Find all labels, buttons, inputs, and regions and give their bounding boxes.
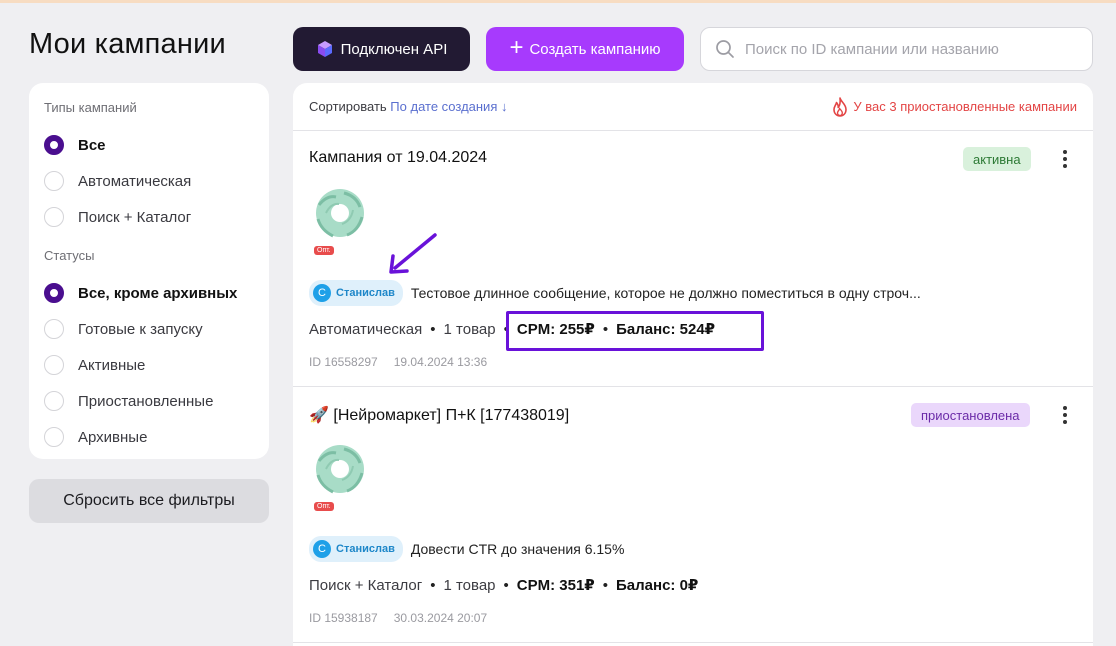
product-thumbnail: Опт. (309, 439, 371, 511)
campaign-items: 1 товар (443, 320, 496, 338)
api-button-label: Подключен API (340, 40, 448, 58)
campaign-ids: ID 15938187 30.03.2024 20:07 (309, 611, 487, 625)
search-input[interactable] (745, 40, 1075, 58)
message-row: С Станислав Довести CTR до значения 6.15… (309, 536, 624, 562)
author-name: Станислав (336, 543, 395, 555)
author-chip[interactable]: С Станислав (309, 536, 403, 562)
page-title: Мои кампании (29, 28, 226, 60)
filter-status-all-except-archived[interactable]: Все, кроме архивных (44, 275, 254, 311)
radio[interactable] (44, 391, 64, 411)
radio[interactable] (44, 427, 64, 447)
product-tag: Опт. (314, 502, 334, 511)
radio-selected[interactable] (44, 135, 64, 155)
author-name: Станислав (336, 287, 395, 299)
filter-status-paused[interactable]: Приостановленные (44, 383, 254, 419)
api-connected-button[interactable]: Подключен API (293, 27, 470, 71)
filter-type-search-catalog[interactable]: Поиск + Каталог (44, 199, 254, 235)
radio-label: Автоматическая (78, 172, 192, 190)
scrunchie-image (316, 189, 364, 238)
radio-label: Все (78, 136, 106, 154)
campaign-id: ID 16558297 (309, 355, 378, 369)
campaign-items: 1 товар (443, 576, 496, 594)
filter-status-active[interactable]: Активные (44, 347, 254, 383)
annotation-arrow-icon (389, 233, 437, 274)
api-cube-icon (317, 41, 332, 57)
radio[interactable] (44, 207, 64, 227)
scrunchie-image (316, 445, 364, 494)
product-tag: Опт. (314, 246, 334, 255)
campaign-balance: Баланс: 524₽ (616, 321, 716, 338)
campaign-date: 30.03.2024 20:07 (393, 611, 488, 625)
radio-label: Все, кроме архивных (78, 284, 238, 302)
campaign-id: ID 15938187 (309, 611, 378, 625)
more-menu-icon[interactable] (1059, 403, 1071, 427)
radio[interactable] (44, 171, 64, 191)
filter-status-ready[interactable]: Готовые к запуску (44, 311, 254, 347)
search-box (700, 27, 1093, 71)
campaign-cpm: CPM: 351₽ (516, 577, 595, 594)
campaign-card[interactable]: 🚀 [Нейромаркет] П+К [177438019] приостан… (293, 387, 1093, 643)
avatar: С (313, 540, 331, 558)
filter-type-all[interactable]: Все (44, 127, 254, 163)
radio-label: Архивные (78, 428, 148, 446)
campaign-types-heading: Типы кампаний (44, 100, 137, 115)
filters-panel: Типы кампаний Все Автоматическая Поиск +… (29, 83, 269, 459)
search-icon (716, 40, 734, 58)
statuses-heading: Статусы (44, 248, 95, 263)
campaign-title: 🚀 [Нейромаркет] П+К [177438019] (309, 407, 570, 424)
more-menu-icon[interactable] (1059, 147, 1071, 171)
campaign-type: Поиск + Каталог (309, 576, 423, 594)
filter-status-archived[interactable]: Архивные (44, 419, 254, 455)
fire-icon (833, 96, 848, 117)
campaign-message: Довести CTR до значения 6.15% (410, 541, 625, 557)
radio[interactable] (44, 319, 64, 339)
create-button-label: Создать кампанию (529, 40, 661, 58)
author-chip[interactable]: С Станислав (309, 280, 403, 306)
campaign-meta: Поиск + Каталог • 1 товар • CPM: 351₽ • … (309, 576, 699, 595)
radio-label: Поиск + Каталог (78, 208, 192, 226)
campaign-cpm: CPM: 255₽ (516, 321, 595, 338)
campaign-message: Тестовое длинное сообщение, которое не д… (410, 285, 921, 301)
top-accent-line (0, 0, 1116, 3)
radio-label: Приостановленные (78, 392, 214, 410)
reset-filters-button[interactable]: Сбросить все фильтры (29, 479, 269, 523)
create-campaign-button[interactable]: + Создать кампанию (486, 27, 684, 71)
radio-label: Активные (78, 356, 146, 374)
campaign-type: Автоматическая (309, 320, 423, 338)
avatar: С (313, 284, 331, 302)
sort-label: Сортировать (309, 99, 387, 114)
campaign-meta: Автоматическая • 1 товар • CPM: 255₽ • Б… (309, 320, 716, 339)
filter-type-automatic[interactable]: Автоматическая (44, 163, 254, 199)
campaign-title: Кампания от 19.04.2024 (309, 149, 488, 166)
message-row: С Станислав Тестовое длинное сообщение, … (309, 280, 921, 306)
status-badge: приостановлена (911, 403, 1030, 427)
paused-note-text: У вас 3 приостановленные кампании (853, 99, 1077, 114)
radio-selected[interactable] (44, 283, 64, 303)
radio[interactable] (44, 355, 64, 375)
campaign-balance: Баланс: 0₽ (616, 577, 699, 594)
sort-bar: Сортировать По дате создания ↓ У вас 3 п… (293, 83, 1093, 131)
radio-label: Готовые к запуску (78, 320, 203, 338)
product-thumbnail: Опт. (309, 183, 371, 255)
plus-icon: + (509, 34, 524, 61)
campaign-list: Сортировать По дате создания ↓ У вас 3 п… (293, 83, 1093, 646)
campaign-ids: ID 16558297 19.04.2024 13:36 (309, 355, 487, 369)
campaign-date: 19.04.2024 13:36 (393, 355, 488, 369)
paused-campaigns-notice[interactable]: У вас 3 приостановленные кампании (831, 96, 1077, 117)
sort-dropdown[interactable]: По дате создания ↓ (390, 99, 507, 114)
status-badge: активна (963, 147, 1031, 171)
